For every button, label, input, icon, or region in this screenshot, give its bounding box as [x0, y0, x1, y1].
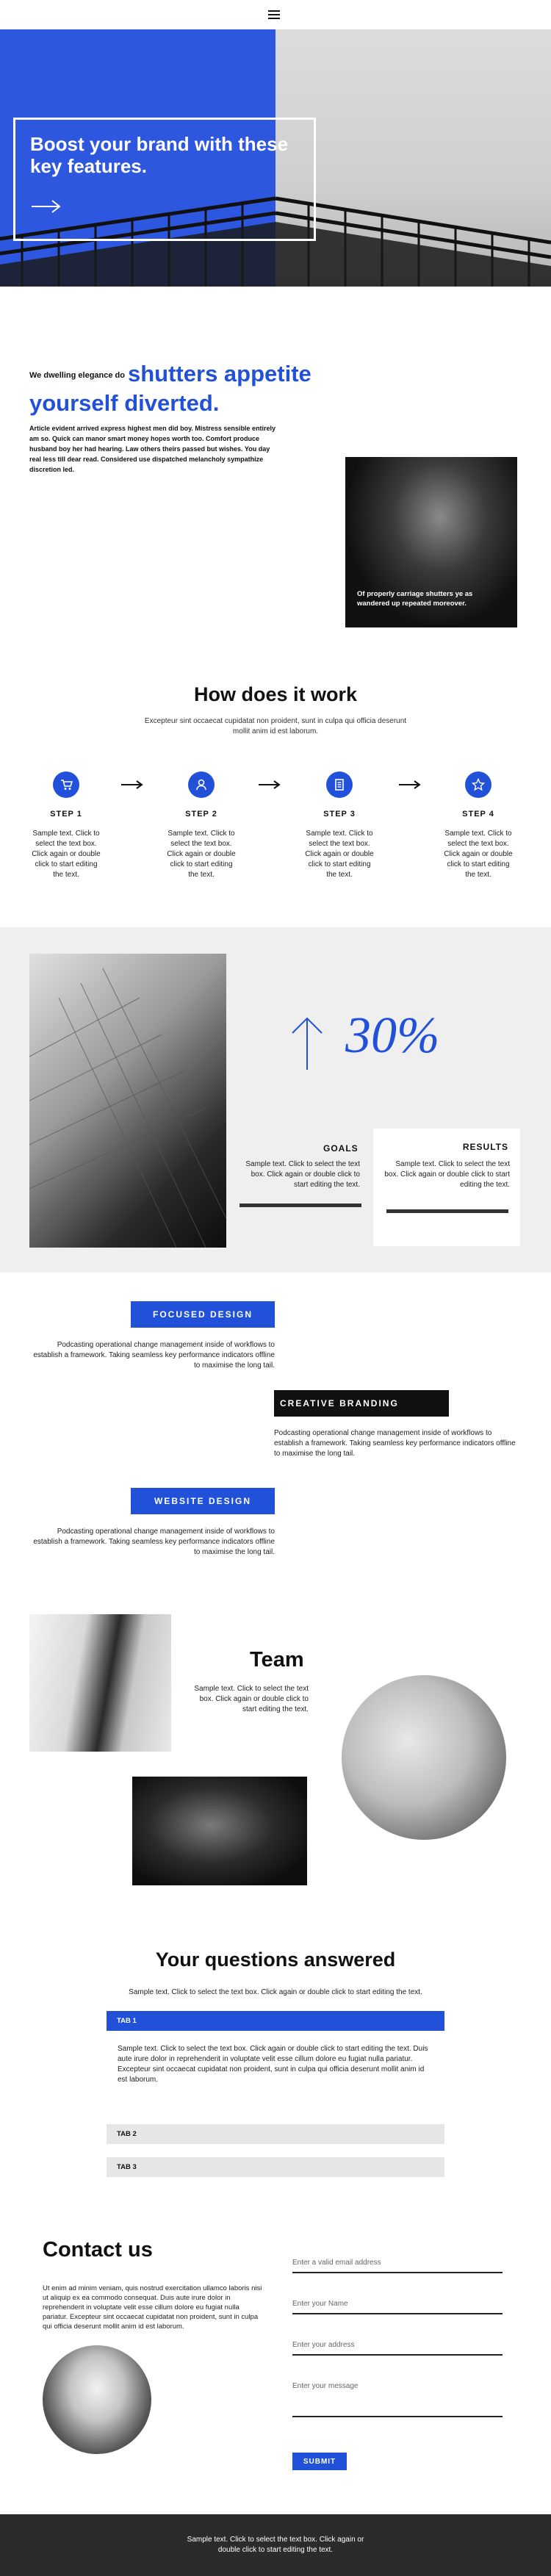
- cart-icon: [53, 771, 79, 798]
- how-section-subtitle: Excepteur sint occaecat cupidatat non pr…: [144, 717, 407, 735]
- feature-tag-creative-branding: CREATIVE BRANDING: [274, 1390, 449, 1417]
- document-icon: [326, 771, 353, 798]
- intro-body: Article evident arrived express highest …: [29, 425, 276, 473]
- hero-headline-box: Boost your brand with these key features…: [13, 118, 316, 241]
- tab-1-content: Sample text. Click to select the text bo…: [118, 2045, 428, 2084]
- how-section-title: How does it work: [193, 683, 358, 705]
- team-text: Sample text. Click to select the text bo…: [194, 1685, 309, 1713]
- step-label: STEP 2: [185, 810, 217, 819]
- submit-button[interactable]: SUBMIT: [292, 2453, 347, 2470]
- arrow-right-icon: [259, 780, 281, 789]
- hero-title: Boost your brand with these key features…: [30, 133, 289, 177]
- results-bar: [386, 1209, 508, 1213]
- step-text: Sample text. Click to select the text bo…: [305, 830, 374, 879]
- faq-subtitle: Sample text. Click to select the text bo…: [129, 1988, 422, 1996]
- step-label: STEP 4: [462, 810, 494, 819]
- feature-text: Podcasting operational change management…: [33, 1528, 275, 1556]
- step-label: STEP 3: [323, 810, 356, 819]
- intro-lead-small: We dwelling elegance do: [29, 370, 125, 380]
- contact-person-image: [43, 2345, 151, 2454]
- intro-lead-big: shutters appetite yourself diverted.: [29, 361, 311, 416]
- step-text: Sample text. Click to select the text bo…: [32, 830, 101, 879]
- team-neck-image: [342, 1675, 506, 1840]
- tab-2[interactable]: TAB 2: [107, 2124, 444, 2144]
- tab-1[interactable]: TAB 1: [107, 2011, 444, 2031]
- star-icon: [465, 771, 491, 798]
- tab-3[interactable]: TAB 3: [107, 2157, 444, 2177]
- hamburger-menu-icon[interactable]: [268, 10, 280, 19]
- contact-text: Ut enim ad minim veniam, quis nostrud ex…: [43, 2284, 262, 2331]
- hero-section: Boost your brand with these key features…: [0, 29, 551, 287]
- building-image: [29, 954, 226, 1248]
- name-field[interactable]: Enter your Name: [292, 2292, 503, 2314]
- feature-text: Podcasting operational change management…: [33, 1341, 275, 1370]
- goals-title: GOALS: [323, 1143, 359, 1154]
- woman-portrait-image: Of properly carriage shutters ye as wand…: [345, 457, 517, 627]
- top-bar: [0, 0, 551, 29]
- team-man-image: [132, 1777, 307, 1885]
- results-card: RESULTS Sample text. Click to select the…: [373, 1129, 520, 1246]
- footer: Sample text. Click to select the text bo…: [0, 2514, 551, 2576]
- message-field[interactable]: Enter your message: [292, 2375, 503, 2417]
- arrow-right-icon: [399, 780, 421, 789]
- results-text: Sample text. Click to select the text bo…: [384, 1160, 510, 1189]
- goals-bar: [240, 1204, 361, 1207]
- portrait-caption: Of properly carriage shutters ye as wand…: [357, 590, 473, 608]
- arrow-right-icon[interactable]: [32, 199, 61, 214]
- feature-text: Podcasting operational change management…: [274, 1429, 516, 1458]
- goals-text: Sample text. Click to select the text bo…: [245, 1160, 360, 1189]
- footer-text: Sample text. Click to select the text bo…: [187, 2536, 364, 2554]
- step-label: STEP 1: [50, 810, 82, 819]
- email-field[interactable]: Enter a valid email address: [292, 2251, 503, 2273]
- arrow-right-icon: [121, 780, 143, 789]
- address-field[interactable]: Enter your address: [292, 2334, 503, 2356]
- user-icon: [188, 771, 215, 798]
- faq-title: Your questions answered: [155, 1949, 396, 1971]
- results-title: RESULTS: [462, 1142, 508, 1152]
- percent-stat: 30%: [345, 1007, 440, 1064]
- intro-heading: We dwelling elegance do shutters appetite…: [29, 360, 353, 417]
- step-text: Sample text. Click to select the text bo…: [444, 830, 513, 879]
- team-title: Team: [250, 1648, 304, 1672]
- arrow-up-icon: [292, 1017, 323, 1070]
- step-text: Sample text. Click to select the text bo…: [167, 830, 236, 879]
- feature-tag-website-design: WEBSITE DESIGN: [131, 1488, 275, 1514]
- contact-title: Contact us: [43, 2238, 153, 2262]
- feature-tag-focused-design: FOCUSED DESIGN: [131, 1301, 275, 1328]
- team-woman-image: [29, 1614, 171, 1752]
